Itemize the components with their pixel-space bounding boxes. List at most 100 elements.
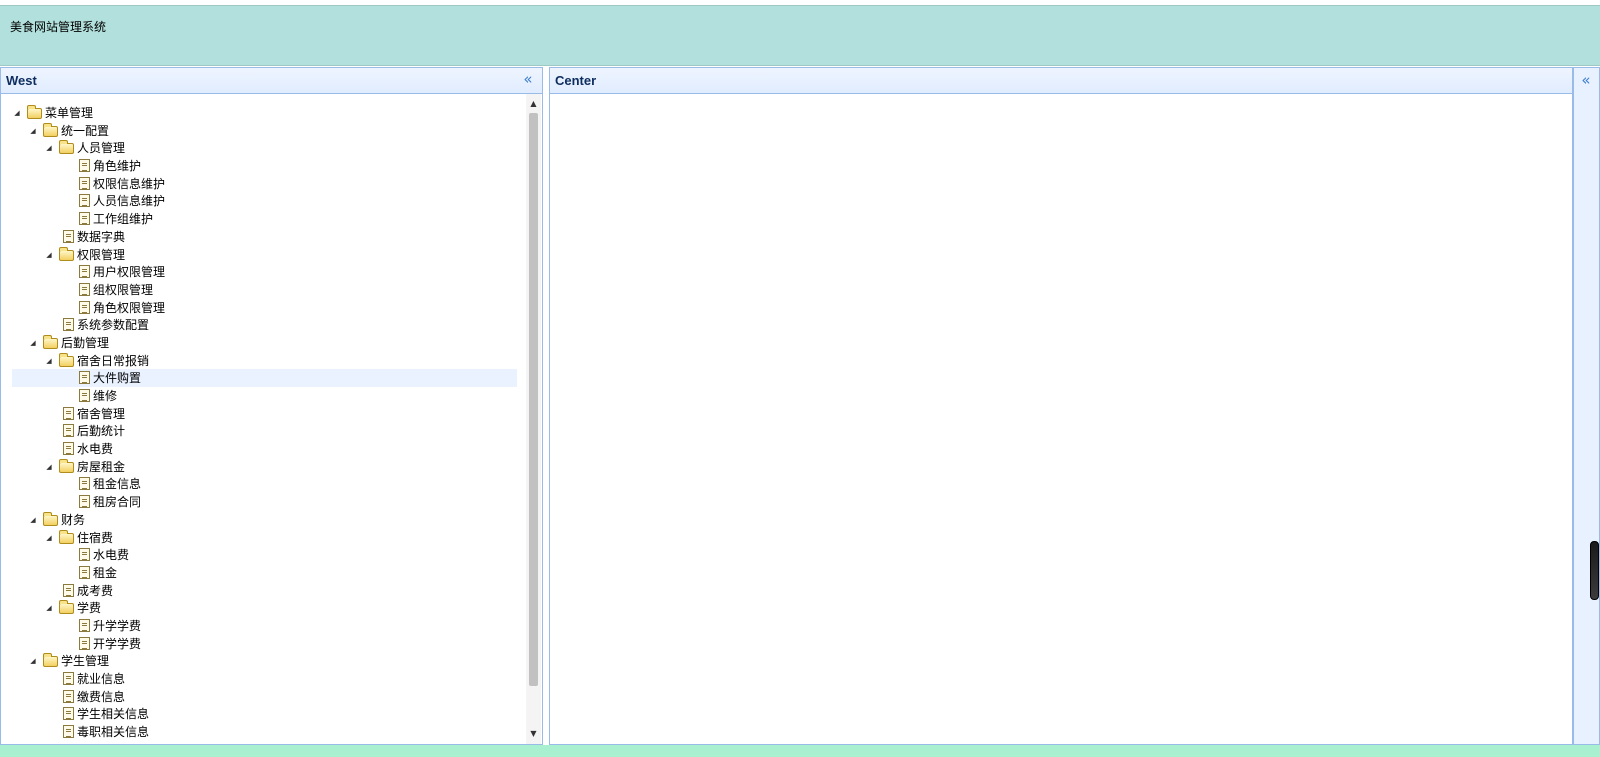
tree-node-label: 租房合同 [93, 495, 142, 510]
folder-icon [59, 529, 74, 544]
west-panel-header: West « [1, 68, 542, 94]
tree-leaf-node[interactable]: 工作组维护 [12, 210, 517, 228]
file-icon [63, 442, 74, 456]
app-title: 美食网站管理系统 [10, 20, 107, 34]
tree-leaf-node[interactable]: 角色权限管理 [12, 299, 517, 317]
tree-node-label: 房屋租金 [77, 459, 126, 474]
double-chevron-left-icon[interactable]: « [520, 71, 536, 87]
tree-node-label: 学生管理 [61, 654, 110, 669]
center-panel: Center [549, 67, 1573, 745]
tree-node-label: 数据字典 [77, 229, 126, 244]
expand-arrow-icon[interactable]: ◢ [28, 652, 38, 670]
side-scroll-handle[interactable] [1590, 541, 1599, 600]
folder-icon [59, 246, 74, 261]
expand-arrow-icon[interactable]: ◢ [28, 511, 38, 529]
file-icon [79, 265, 90, 279]
tree-node-label: 角色权限管理 [93, 300, 166, 315]
tree-folder-node[interactable]: ◢ 菜单管理 [12, 104, 517, 122]
tree-folder-node[interactable]: ◢ 后勤管理 [12, 334, 517, 352]
folder-icon [43, 122, 58, 137]
tree-leaf-node[interactable]: 大件购置 [12, 369, 517, 387]
tree-leaf-node[interactable]: 水电费 [12, 546, 517, 564]
tree-leaf-node[interactable]: 学生相关信息 [12, 705, 517, 723]
tree-folder-node[interactable]: ◢ 学生管理 [12, 652, 517, 670]
tree-leaf-node[interactable]: 租房合同 [12, 493, 517, 511]
expand-arrow-icon[interactable]: ◢ [12, 104, 22, 122]
tree-leaf-node[interactable]: 开学学费 [12, 635, 517, 653]
tree-node-label: 组权限管理 [93, 282, 154, 297]
file-icon [79, 194, 90, 208]
expand-arrow-icon[interactable]: ◢ [44, 599, 54, 617]
tree-leaf-node[interactable]: 升学学费 [12, 617, 517, 635]
tree-node-label: 租金信息 [93, 477, 142, 492]
tree-folder-node[interactable]: ◢ 住宿费 [12, 529, 517, 547]
file-icon [63, 672, 74, 685]
file-icon [63, 689, 74, 703]
tree-node-label: 水电费 [93, 548, 130, 563]
file-icon [79, 636, 90, 650]
tree-node-label: 开学学费 [93, 636, 142, 651]
tree-folder-node[interactable]: ◢ 房屋租金 [12, 458, 517, 476]
tree-leaf-node[interactable]: 维修 [12, 387, 517, 405]
tree-leaf-node[interactable]: 宿舍管理 [12, 405, 517, 423]
tree-leaf-node[interactable]: 就业信息 [12, 670, 517, 688]
tree-folder-node[interactable]: ◢ 财务 [12, 511, 517, 529]
expand-arrow-icon[interactable]: ◢ [44, 458, 54, 476]
double-chevron-left-icon[interactable]: « [1578, 72, 1594, 88]
folder-icon [59, 140, 74, 155]
tree-node-label: 学生相关信息 [77, 707, 150, 722]
folder-icon [43, 511, 58, 526]
expand-arrow-icon[interactable]: ◢ [44, 139, 54, 157]
expand-arrow-icon[interactable]: ◢ [28, 334, 38, 352]
file-icon [63, 318, 74, 332]
north-header: 美食网站管理系统 [0, 5, 1600, 66]
tree-leaf-node[interactable]: 组权限管理 [12, 281, 517, 299]
tree-folder-node[interactable]: ◢ 统一配置 [12, 122, 517, 140]
expand-arrow-icon[interactable]: ◢ [44, 352, 54, 370]
folder-icon [27, 105, 42, 119]
tree-leaf-node[interactable]: 毒职相关信息 [12, 723, 517, 741]
east-collapsed-panel[interactable]: « [1573, 67, 1600, 745]
file-icon [63, 406, 74, 420]
tree-leaf-node[interactable]: 缴费信息 [12, 688, 517, 706]
tree-leaf-node[interactable]: 水电费 [12, 440, 517, 458]
tree-folder-node[interactable]: ◢ 权限管理 [12, 246, 517, 264]
tree-node-label: 用户权限管理 [93, 265, 166, 280]
file-icon [79, 371, 90, 385]
file-icon [79, 159, 90, 173]
tree-node-label: 统一配置 [61, 123, 110, 138]
tree-folder-node[interactable]: ◢ 学费 [12, 599, 517, 617]
scrollbar-thumb[interactable] [529, 113, 538, 686]
tree-node-label: 财务 [61, 512, 86, 527]
west-panel-title: West [6, 73, 37, 88]
file-icon [63, 229, 74, 243]
file-icon [79, 548, 90, 562]
tree-leaf-node[interactable]: 人员信息维护 [12, 192, 517, 210]
scroll-up-arrow-icon[interactable]: ▲ [526, 97, 541, 111]
tree-leaf-node[interactable]: 数据字典 [12, 228, 517, 246]
expand-arrow-icon[interactable]: ◢ [44, 246, 54, 264]
tree-node-label: 后勤统计 [77, 424, 126, 439]
expand-arrow-icon[interactable]: ◢ [44, 529, 54, 547]
file-icon [79, 282, 90, 296]
tree-node-label: 租金 [93, 565, 118, 580]
tree-folder-node[interactable]: ◢ 人员管理 [12, 139, 517, 157]
tree-leaf-node[interactable]: 用户权限管理 [12, 263, 517, 281]
file-icon [79, 389, 90, 402]
tree-leaf-node[interactable]: 成考费 [12, 582, 517, 600]
tree-folder-node[interactable]: ◢ 宿舍日常报销 [12, 352, 517, 370]
tree-leaf-node[interactable]: 权限信息维护 [12, 175, 517, 193]
tree-leaf-node[interactable]: 后勤统计 [12, 422, 517, 440]
tree-node-label: 维修 [93, 389, 118, 403]
tree-scrollbar[interactable]: ▲ ▼ [526, 94, 541, 744]
tree-leaf-node[interactable]: 租金信息 [12, 475, 517, 493]
folder-icon [59, 458, 74, 473]
expand-arrow-icon[interactable]: ◢ [28, 122, 38, 140]
tree-node-label: 住宿费 [77, 530, 114, 545]
folder-icon [59, 352, 74, 367]
tree-leaf-node[interactable]: 租金 [12, 564, 517, 582]
tree-leaf-node[interactable]: 系统参数配置 [12, 316, 517, 334]
tree-node-label: 升学学费 [93, 618, 142, 633]
scroll-down-arrow-icon[interactable]: ▼ [526, 727, 541, 741]
tree-leaf-node[interactable]: 角色维护 [12, 157, 517, 175]
